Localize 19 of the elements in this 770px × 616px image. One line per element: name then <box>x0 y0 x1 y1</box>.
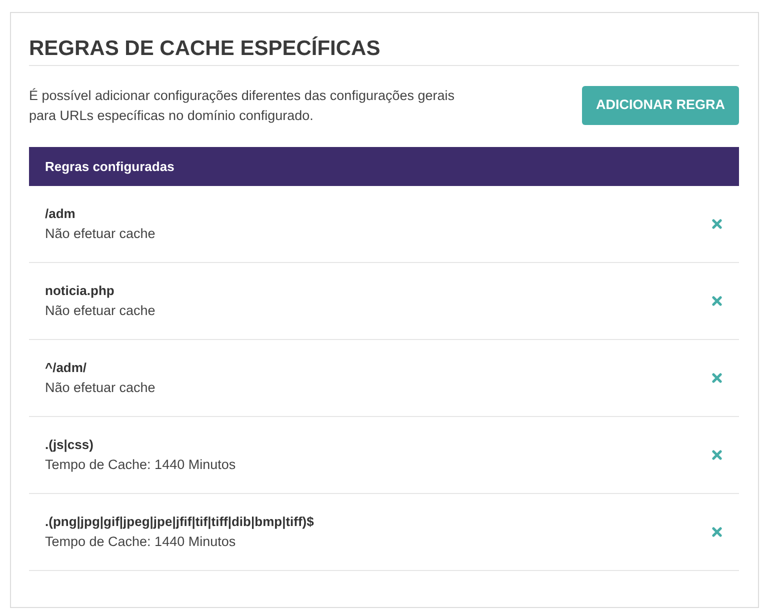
rule-pattern: noticia.php <box>45 282 116 300</box>
rule-pattern: .(png|jpg|gif|jpeg|jpe|jfif|tif|tiff|dib|bmp|tiff)$ <box>45 513 314 531</box>
description-text: É possível adicionar configurações diferentes das configurações gerais para URLs específicas no domínio configurado. <box>29 87 456 125</box>
rule-pattern: .(js|css) <box>45 436 94 454</box>
rule-setting: Não efetuar cache <box>45 302 156 320</box>
rule-setting: Não efetuar cache <box>45 225 156 243</box>
rule-setting: Não efetuar cache <box>45 379 156 397</box>
add-rule-button[interactable]: ADICIONAR REGRA <box>582 86 739 125</box>
delete-icon[interactable] <box>711 218 723 230</box>
rule-setting: Tempo de Cache: 1440 Minutos <box>45 456 236 474</box>
table-header: Regras configuradas <box>29 147 739 186</box>
delete-icon[interactable] <box>711 526 723 538</box>
delete-icon[interactable] <box>711 295 723 307</box>
delete-icon[interactable] <box>711 449 723 461</box>
rule-pattern: ^/adm/ <box>45 359 88 377</box>
rule-pattern: /adm <box>45 205 76 223</box>
rule-setting: Tempo de Cache: 1440 Minutos <box>45 533 237 551</box>
section-title: REGRAS DE CACHE ESPECÍFICAS <box>29 35 739 66</box>
delete-icon[interactable] <box>711 372 723 384</box>
